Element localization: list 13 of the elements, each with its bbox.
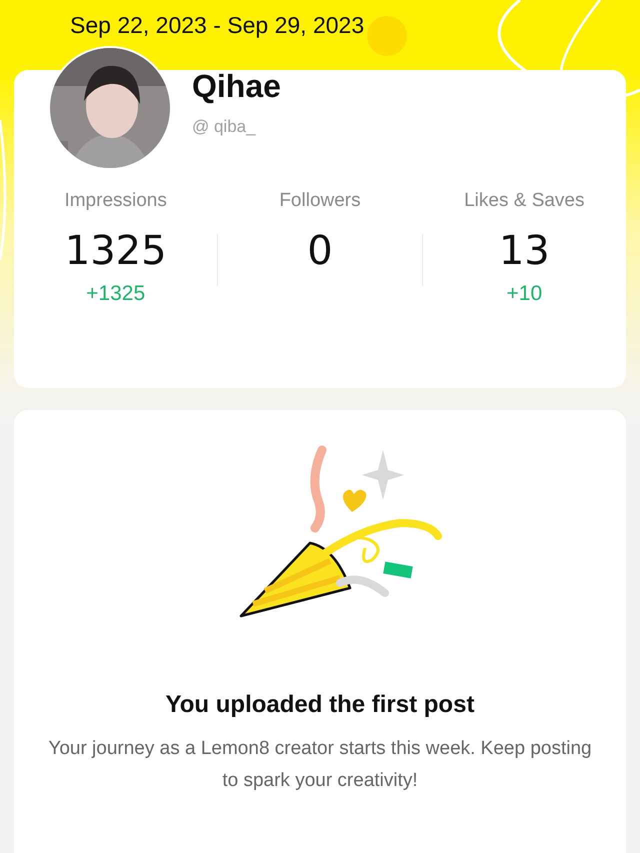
- date-range: Sep 22, 2023 - Sep 29, 2023: [70, 12, 364, 40]
- stat-value: 1325: [64, 228, 167, 274]
- stat-label: Impressions: [64, 190, 167, 212]
- stat-label: Followers: [279, 190, 361, 212]
- profile-name: Qihae: [192, 68, 281, 105]
- stat-label: Likes & Saves: [464, 190, 585, 212]
- milestone-text: Your journey as a Lemon8 creator starts this week. Keep posting to spark your creativity!: [47, 737, 593, 793]
- stat-change: +10: [506, 282, 542, 307]
- stat-change: +1325: [86, 282, 146, 307]
- milestone-title: You uploaded the first post: [166, 691, 474, 719]
- stat-value: 0: [307, 228, 333, 274]
- profile-handle: @ qiba_: [192, 117, 257, 137]
- stat-value: 13: [498, 228, 550, 274]
